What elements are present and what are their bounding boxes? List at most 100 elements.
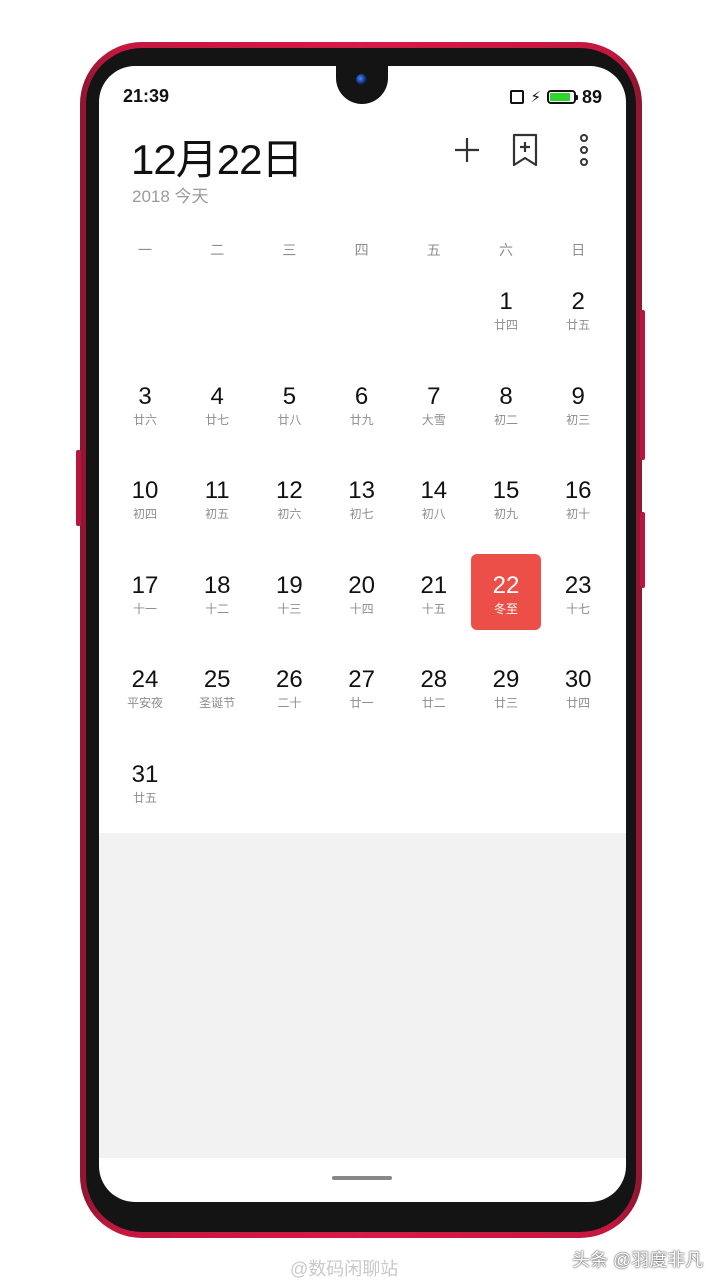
day-number: 9 <box>571 382 585 410</box>
lunar-date: 初十 <box>566 507 591 521</box>
day-number: 23 <box>564 571 592 599</box>
day-number: 19 <box>276 571 303 599</box>
day-cell[interactable]: 13 初七 <box>327 459 397 535</box>
battery-icon <box>546 90 578 104</box>
screen: 21:39 ⚡ 89 12月22日 2018 今天 一二三四五六日 1 廿四 2 廿 <box>99 66 626 1202</box>
lunar-date: 廿六 <box>132 412 157 427</box>
lunar-date: 廿五 <box>566 318 591 332</box>
day-cell[interactable]: 19 十三 <box>254 554 324 630</box>
day-number: 8 <box>499 382 513 410</box>
more-options-button[interactable] <box>564 128 604 172</box>
lunar-date: 圣诞节 <box>199 696 236 710</box>
notch <box>336 66 388 104</box>
charging-bolt-icon: ⚡ <box>530 88 541 106</box>
lunar-date: 十五 <box>421 601 446 616</box>
day-number: 28 <box>420 666 448 693</box>
lunar-date: 十四 <box>349 601 374 616</box>
toutiao-watermark: 头条 @羽度非凡 <box>572 1250 704 1270</box>
day-number: 7 <box>427 382 441 410</box>
front-camera <box>356 74 367 85</box>
day-number: 21 <box>420 571 448 599</box>
status-time: 21:39 <box>123 86 170 106</box>
date-subtitle[interactable]: 2018 今天 <box>132 182 209 207</box>
lunar-date: 廿一 <box>349 696 374 710</box>
day-cell[interactable]: 4 廿七 <box>182 365 252 441</box>
day-cell[interactable]: 18 十二 <box>182 554 252 630</box>
day-cell[interactable]: 31 廿五 <box>110 743 180 819</box>
day-cell[interactable]: 27 廿一 <box>327 648 397 724</box>
events-area[interactable] <box>99 833 626 1158</box>
bookmark-add-button[interactable] <box>505 128 545 172</box>
lunar-date: 廿三 <box>493 696 518 710</box>
power-button-lower <box>640 512 645 588</box>
lunar-date: 初九 <box>493 507 518 521</box>
page-title[interactable]: 12月22日 <box>131 126 303 187</box>
more-vertical-icon <box>580 134 588 166</box>
day-number: 26 <box>276 666 303 693</box>
day-cell[interactable]: 8 初二 <box>471 365 541 441</box>
day-cell[interactable]: 29 廿三 <box>471 648 541 724</box>
lunar-date: 廿八 <box>277 412 302 427</box>
day-cell[interactable]: 30 廿四 <box>543 648 613 724</box>
screen-rotation-icon <box>510 90 525 104</box>
day-cell[interactable]: 24 平安夜 <box>110 648 180 724</box>
lunar-date: 初八 <box>421 507 446 521</box>
day-cell[interactable]: 25 圣诞节 <box>182 648 252 724</box>
lunar-date: 十一 <box>132 601 157 616</box>
day-cell[interactable]: 20 十四 <box>327 554 397 630</box>
weekday-label: 日 <box>571 242 586 258</box>
day-cell[interactable]: 21 十五 <box>399 554 469 630</box>
plus-icon <box>455 138 479 162</box>
weekday-label: 六 <box>499 242 513 258</box>
day-cell[interactable]: 5 廿八 <box>254 365 324 441</box>
day-cell[interactable]: 3 廿六 <box>110 365 180 441</box>
weekday-label: 三 <box>282 242 297 258</box>
day-number: 3 <box>138 382 152 410</box>
weibo-watermark: @数码闲聊站 <box>290 1259 399 1279</box>
weekday-label: 二 <box>210 242 225 258</box>
day-number: 14 <box>420 477 448 504</box>
day-cell[interactable]: 17 十一 <box>110 554 180 630</box>
lunar-date: 廿九 <box>349 412 374 427</box>
day-number: 25 <box>203 666 231 693</box>
lunar-date: 廿四 <box>493 318 518 332</box>
day-cell[interactable]: 14 初八 <box>399 459 469 535</box>
lunar-date: 十二 <box>205 601 230 616</box>
power-button-upper <box>640 310 645 460</box>
lunar-date: 廿二 <box>421 696 446 710</box>
add-event-button[interactable] <box>447 128 487 172</box>
day-cell[interactable]: 10 初四 <box>110 459 180 535</box>
day-cell[interactable]: 12 初六 <box>254 459 324 535</box>
day-cell[interactable]: 26 二十 <box>254 648 324 724</box>
day-number: 11 <box>204 477 230 504</box>
day-cell[interactable]: 2 廿五 <box>543 270 613 346</box>
day-cell[interactable]: 11 初五 <box>182 459 252 535</box>
weekday-label: 五 <box>426 242 441 258</box>
day-cell[interactable]: 9 初三 <box>543 365 613 441</box>
day-number: 22 <box>492 571 520 599</box>
day-number: 27 <box>348 666 375 693</box>
lunar-date: 冬至 <box>493 601 518 616</box>
weekday-label: 一 <box>138 242 152 258</box>
day-cell[interactable]: 16 初十 <box>543 459 613 535</box>
battery-fill <box>549 93 571 101</box>
day-number: 5 <box>282 382 297 410</box>
day-cell[interactable]: 23 十七 <box>543 554 613 630</box>
day-cell[interactable]: 15 初九 <box>471 459 541 535</box>
day-cell[interactable]: 1 廿四 <box>471 270 541 346</box>
day-cell[interactable]: 7 大雪 <box>399 365 469 441</box>
day-number: 13 <box>348 477 375 504</box>
day-number: 10 <box>131 477 159 504</box>
day-number: 16 <box>564 477 592 504</box>
day-cell[interactable]: 28 廿二 <box>399 648 469 724</box>
status-icons: ⚡ 89 <box>510 86 602 108</box>
day-cell[interactable]: 6 廿九 <box>327 365 397 441</box>
lunar-date: 廿五 <box>132 790 157 805</box>
home-indicator[interactable] <box>332 1176 392 1180</box>
lunar-date: 平安夜 <box>126 696 163 710</box>
day-number: 20 <box>348 571 375 599</box>
day-cell-selected[interactable]: 22 冬至 <box>471 553 541 630</box>
battery-percent: 89 <box>581 86 602 107</box>
lunar-date: 初六 <box>277 507 302 521</box>
day-number: 4 <box>210 382 224 410</box>
